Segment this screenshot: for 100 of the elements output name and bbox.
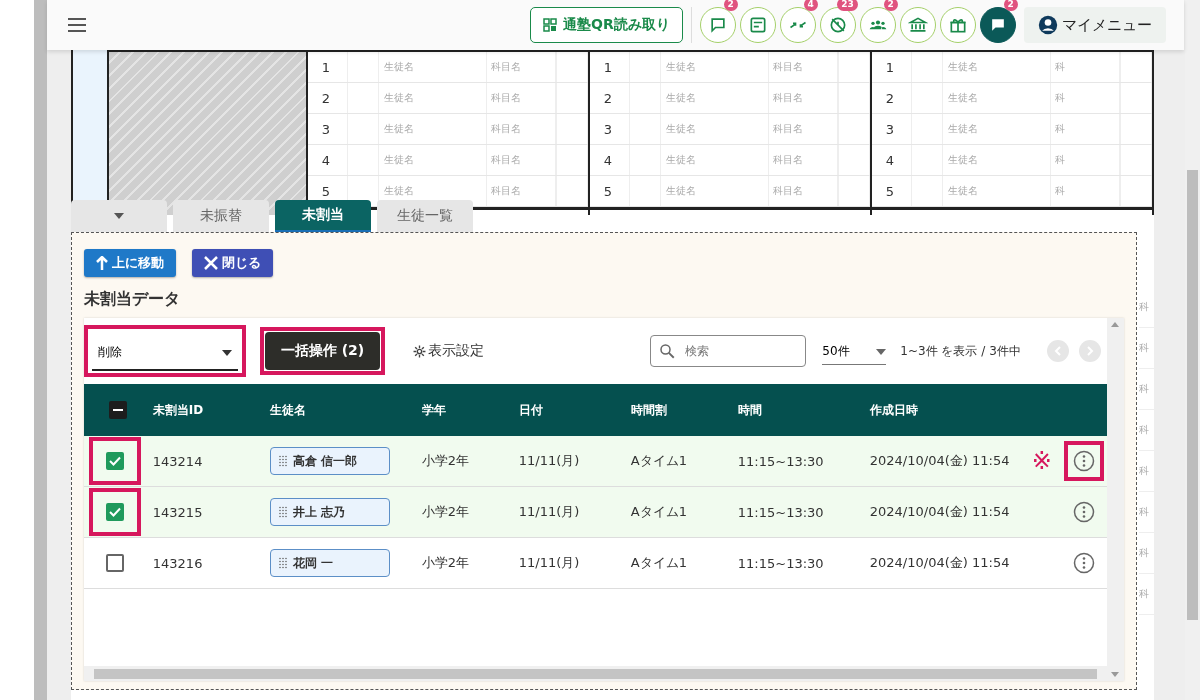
tab[interactable]: 生徒一覧 xyxy=(376,200,473,232)
row-checkbox[interactable] xyxy=(105,452,124,470)
more-icon xyxy=(1072,450,1095,472)
table-cell: 2024/10/04(金) 11:54 xyxy=(869,453,1010,468)
subject-slot[interactable]: 科 xyxy=(1138,300,1149,314)
row-menu-button[interactable] xyxy=(1063,441,1104,481)
scroll-down-icon[interactable] xyxy=(1111,672,1120,677)
table-cell: 小学2年 xyxy=(421,504,470,519)
seat-number: 2 xyxy=(602,90,614,106)
student-name-slot[interactable]: 生徒名 xyxy=(665,60,696,74)
student-chip[interactable]: 井上 志乃 xyxy=(269,498,390,526)
student-name-slot[interactable]: 生徒名 xyxy=(665,184,696,198)
action-select[interactable]: 削除 xyxy=(83,325,246,377)
chevron-right-icon xyxy=(1085,346,1094,356)
student-name-slot[interactable]: 生徒名 xyxy=(383,153,414,167)
subject-slot[interactable]: 科目名 xyxy=(773,122,804,136)
student-name-slot[interactable]: 生徒名 xyxy=(665,91,696,105)
subject-slot[interactable]: 科目名 xyxy=(773,153,804,167)
subject-slot[interactable]: 科目名 xyxy=(773,184,804,198)
student-name-slot[interactable]: 生徒名 xyxy=(947,91,978,105)
subject-slot[interactable]: 科 xyxy=(1138,587,1149,601)
gift-button[interactable] xyxy=(939,7,976,43)
column-header: 学年 xyxy=(421,402,446,417)
student-chip[interactable]: 高倉 信一郎 xyxy=(269,447,390,475)
seat-number: 2 xyxy=(884,90,896,106)
seat-number: 1 xyxy=(884,59,896,75)
subject-slot[interactable]: 科 xyxy=(1055,184,1066,198)
seat-number: 4 xyxy=(884,152,896,168)
subject-slot[interactable]: 科 xyxy=(1055,153,1066,167)
bulk-action-button[interactable]: 一括操作 (2) xyxy=(264,332,381,370)
tab[interactable]: 未振替 xyxy=(172,200,269,232)
subject-slot[interactable]: 科目名 xyxy=(491,91,522,105)
bank-button[interactable] xyxy=(899,7,936,43)
subject-slot[interactable]: 科目名 xyxy=(773,91,804,105)
table-cell: 11:15~13:30 xyxy=(737,504,824,520)
column-header: 時間 xyxy=(737,402,762,417)
subject-slot[interactable]: 科 xyxy=(1138,505,1149,519)
seat-number: 5 xyxy=(884,183,896,199)
row-checkbox[interactable] xyxy=(105,503,124,521)
per-page-select[interactable]: 50件 xyxy=(822,337,887,365)
table-cell: 11/11(月) xyxy=(518,555,580,570)
subject-slot[interactable]: 科目名 xyxy=(491,153,522,167)
seat-number: 2 xyxy=(320,90,332,106)
seat-number: 3 xyxy=(602,121,614,137)
search-field[interactable]: 検索 xyxy=(650,335,807,367)
subject-slot[interactable]: 科 xyxy=(1138,382,1149,396)
subject-slot[interactable]: 科 xyxy=(1138,464,1149,478)
subject-slot[interactable]: 科 xyxy=(1138,341,1149,355)
subject-slot[interactable]: 科 xyxy=(1138,546,1149,560)
student-name-slot[interactable]: 生徒名 xyxy=(665,153,696,167)
student-name-slot[interactable]: 生徒名 xyxy=(383,122,414,136)
arrows-button[interactable] xyxy=(779,7,816,43)
table-cell: 143214 xyxy=(152,453,203,469)
check-icon xyxy=(107,505,122,519)
qr-scan-button[interactable]: 通塾QR読み取り xyxy=(530,7,683,43)
subject-slot[interactable]: 科目名 xyxy=(491,60,522,74)
student-name-slot[interactable]: 生徒名 xyxy=(383,91,414,105)
column-header: 生徒名 xyxy=(269,402,306,417)
scrollbar[interactable] xyxy=(34,0,48,700)
table-cell: 小学2年 xyxy=(421,453,470,468)
group-button[interactable] xyxy=(859,7,896,43)
chat-button[interactable] xyxy=(699,7,736,43)
tab[interactable]: 未割当 xyxy=(274,200,371,232)
count-badge: 2 xyxy=(883,0,898,11)
bank-icon xyxy=(907,15,928,35)
student-name-slot[interactable]: 生徒名 xyxy=(947,153,978,167)
column-header: 未割当ID xyxy=(152,402,204,417)
student-name-slot[interactable]: 生徒名 xyxy=(383,60,414,74)
table-cell: 11/11(月) xyxy=(518,453,580,468)
display-settings-button[interactable]: 表示設定 xyxy=(413,342,485,360)
subject-slot[interactable]: 科 xyxy=(1055,60,1066,74)
select-all-checkbox[interactable] xyxy=(108,401,127,419)
scrollbar[interactable] xyxy=(1185,0,1200,700)
subject-slot[interactable]: 科 xyxy=(1055,122,1066,136)
seat-number: 1 xyxy=(320,59,332,75)
qr-icon xyxy=(543,18,558,32)
subject-slot[interactable]: 科 xyxy=(1138,423,1149,437)
my-menu-button[interactable]: マイメニュー xyxy=(1023,7,1166,43)
student-chip[interactable]: 花岡 一 xyxy=(269,549,390,577)
close-button[interactable]: 閉じる xyxy=(191,249,273,277)
chat-button[interactable] xyxy=(979,7,1016,43)
student-name-slot[interactable]: 生徒名 xyxy=(947,122,978,136)
student-name-slot[interactable]: 生徒名 xyxy=(665,122,696,136)
student-name-slot[interactable]: 生徒名 xyxy=(947,184,978,198)
move-up-button[interactable]: 上に移動 xyxy=(83,249,176,277)
seat-number: 4 xyxy=(602,152,614,168)
table-cell: Aタイム1 xyxy=(630,504,687,519)
subject-slot[interactable]: 科目名 xyxy=(491,122,522,136)
subject-slot[interactable]: 科目名 xyxy=(773,60,804,74)
row-checkbox[interactable] xyxy=(105,554,124,572)
student-name-slot[interactable]: 生徒名 xyxy=(383,184,414,198)
column-header: 日付 xyxy=(518,402,543,417)
student-name-slot[interactable]: 生徒名 xyxy=(947,60,978,74)
note-button[interactable] xyxy=(739,7,776,43)
horizontal-scrollbar[interactable] xyxy=(83,666,1107,681)
vertical-scrollbar[interactable] xyxy=(1106,318,1124,681)
scroll-up-icon[interactable] xyxy=(1111,322,1120,327)
subject-slot[interactable]: 科 xyxy=(1055,91,1066,105)
subject-slot[interactable]: 科目名 xyxy=(491,184,522,198)
clock-slash-button[interactable] xyxy=(819,7,856,43)
